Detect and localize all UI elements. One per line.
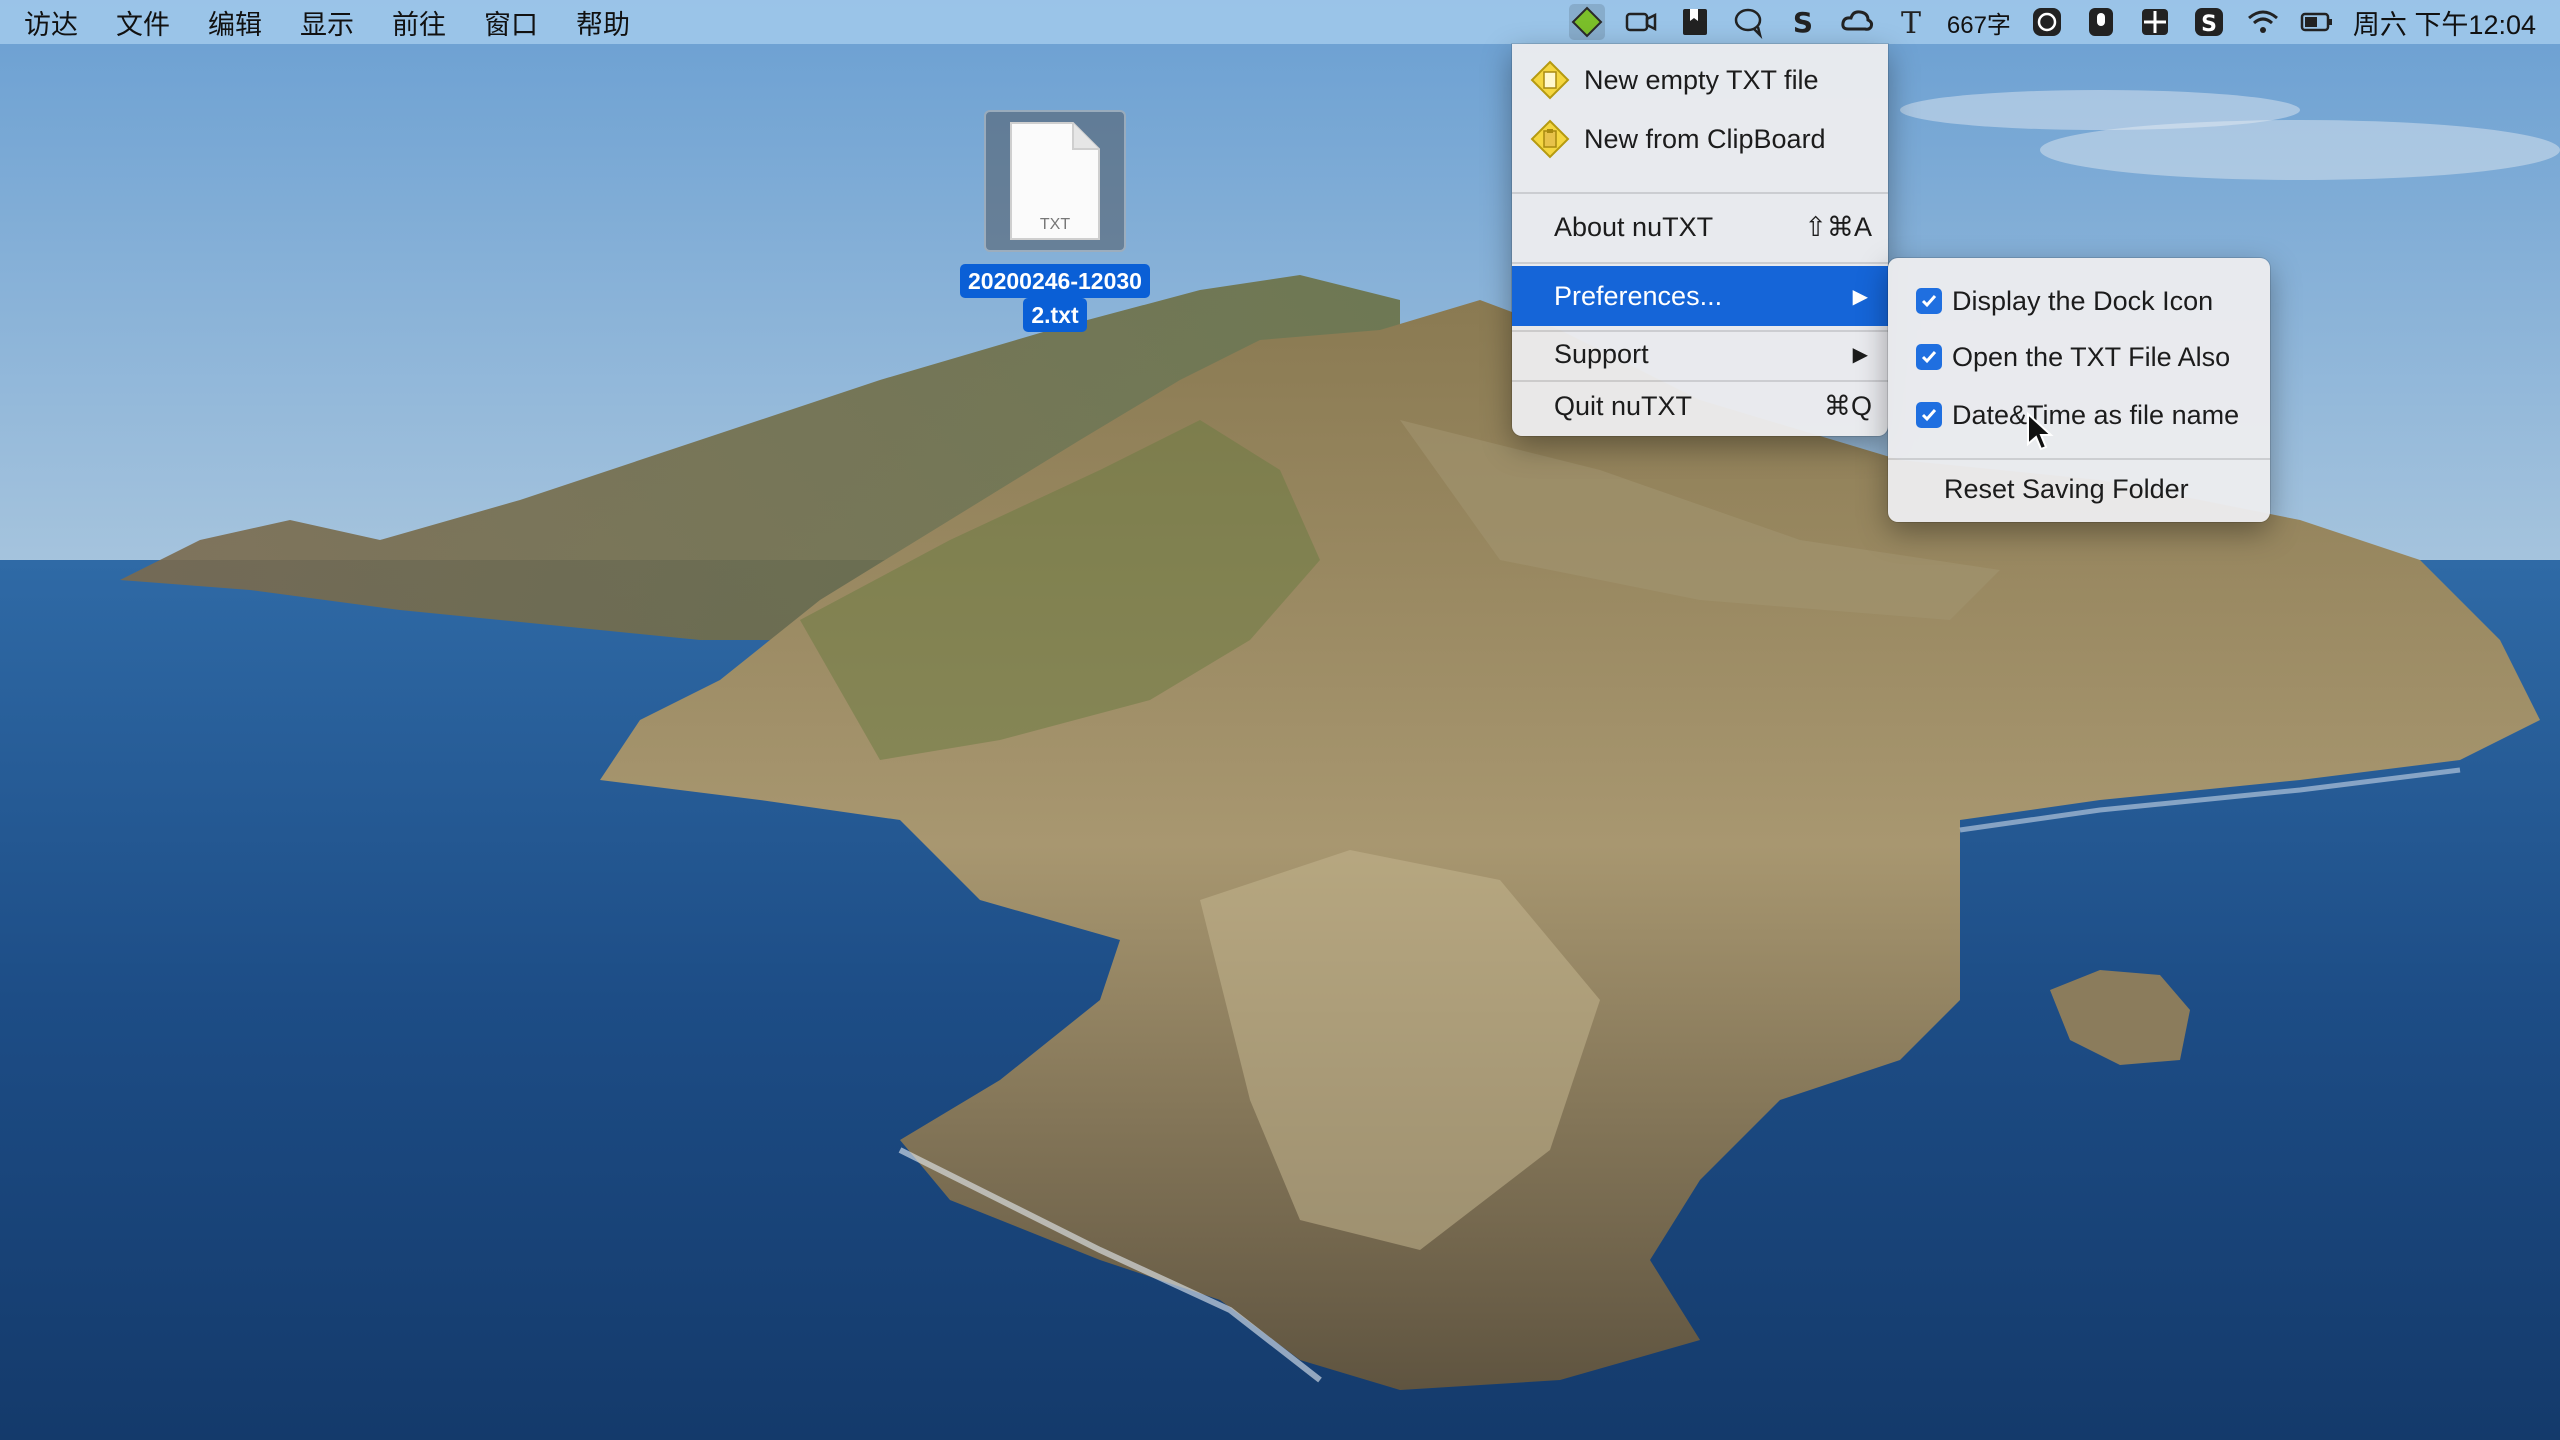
clock-face-icon[interactable] (2029, 4, 2065, 40)
quit-shortcut: ⌘Q (1823, 390, 1872, 421)
menu-separator (1512, 330, 1888, 332)
pref-label: Display the Dock Icon (1952, 285, 2214, 316)
menu-bar: 访达 文件 编辑 显示 前往 窗口 帮助 S T 667字 S 周六 下午12:… (0, 0, 2560, 44)
preferences-submenu: Display the Dock Icon Open the TXT File … (1888, 258, 2270, 522)
app-diamond-icon (1530, 119, 1570, 159)
menu-separator (1512, 380, 1888, 382)
support-item[interactable]: Support ▶ (1512, 334, 1888, 374)
reset-label: Reset Saving Folder (1944, 473, 2189, 504)
menu-window[interactable]: 窗口 (484, 3, 538, 42)
menubar-clock[interactable]: 周六 下午12:04 (2353, 3, 2536, 42)
quit-label: Quit nuTXT (1554, 390, 1693, 421)
s-badge-icon[interactable]: S (2191, 4, 2227, 40)
menu-separator (1512, 262, 1888, 264)
file-name: 20200246-12030 2.txt (960, 264, 1150, 332)
nutxt-menu: New empty TXT file New from ClipBoard Ab… (1512, 44, 1888, 436)
preferences-item[interactable]: Preferences... ▶ (1512, 266, 1888, 326)
word-count[interactable]: 667字 (1947, 5, 2011, 40)
svg-text:T: T (1901, 6, 1921, 39)
menu-separator (1512, 192, 1888, 194)
about-item[interactable]: About nuTXT ⇧⌘A (1512, 196, 1888, 258)
svg-text:S: S (2201, 12, 2217, 37)
new-empty-label: New empty TXT file (1584, 64, 1819, 95)
mouse-cursor-icon (2027, 412, 2054, 451)
battery-icon[interactable] (2299, 4, 2335, 40)
creative-cloud-icon[interactable] (1839, 4, 1875, 40)
file-type-label: TXT (1040, 216, 1070, 233)
app-menu-list: 访达 文件 编辑 显示 前往 窗口 帮助 (0, 0, 668, 44)
pref-display-dock-icon[interactable]: Display the Dock Icon (1888, 276, 2270, 326)
svg-text:S: S (1793, 6, 1813, 39)
desktop-wallpaper (0, 0, 2560, 1440)
s-icon[interactable]: S (1785, 4, 1821, 40)
checkbox-checked-icon[interactable] (1916, 402, 1942, 428)
txt-document-icon: TXT (1010, 122, 1100, 240)
about-label: About nuTXT (1554, 211, 1714, 242)
menu-help[interactable]: 帮助 (576, 3, 630, 42)
menu-separator (1888, 458, 2270, 460)
quit-item[interactable]: Quit nuTXT ⌘Q (1512, 384, 1888, 428)
preferences-label: Preferences... (1554, 280, 1723, 311)
pref-label: Open the TXT File Also (1952, 341, 2231, 372)
microphone-icon[interactable] (2083, 4, 2119, 40)
file-name-line2: 2.txt (1023, 298, 1087, 332)
wifi-icon[interactable] (2245, 4, 2281, 40)
text-t-icon[interactable]: T (1893, 4, 1929, 40)
checkbox-checked-icon[interactable] (1916, 344, 1942, 370)
file-thumbnail: TXT (984, 110, 1126, 252)
submenu-arrow-icon: ▶ (1852, 285, 1868, 308)
menu-edit[interactable]: 编辑 (208, 3, 262, 42)
menu-finder[interactable]: 访达 (24, 3, 78, 42)
pref-datetime-filename[interactable]: Date&Time as file name (1888, 390, 2270, 440)
desktop-file[interactable]: TXT 20200246-12030 2.txt (940, 110, 1170, 332)
pref-open-txt-also[interactable]: Open the TXT File Also (1888, 332, 2270, 382)
app-diamond-icon (1530, 60, 1570, 100)
checkbox-checked-icon[interactable] (1916, 288, 1942, 314)
camera-icon[interactable] (1623, 4, 1659, 40)
chat-icon[interactable] (1731, 4, 1767, 40)
bookmark-icon[interactable] (1677, 4, 1713, 40)
menu-file[interactable]: 文件 (116, 3, 170, 42)
about-shortcut: ⇧⌘A (1804, 211, 1872, 242)
support-label: Support (1554, 338, 1649, 369)
new-clipboard-label: New from ClipBoard (1584, 123, 1826, 154)
submenu-arrow-icon: ▶ (1852, 343, 1868, 366)
new-from-clipboard-item[interactable]: New from ClipBoard (1512, 108, 1888, 170)
new-empty-txt-item[interactable]: New empty TXT file (1512, 52, 1888, 108)
menu-view[interactable]: 显示 (300, 3, 354, 42)
pref-label: Date&Time as file name (1952, 399, 2240, 430)
menu-go[interactable]: 前往 (392, 3, 446, 42)
reset-saving-folder-item[interactable]: Reset Saving Folder (1888, 464, 2270, 514)
grid-icon[interactable] (2137, 4, 2173, 40)
file-name-line1: 20200246-12030 (960, 264, 1150, 298)
status-area: S T 667字 S 周六 下午12:04 (1568, 0, 2560, 44)
nutxt-icon[interactable] (1568, 4, 1605, 40)
